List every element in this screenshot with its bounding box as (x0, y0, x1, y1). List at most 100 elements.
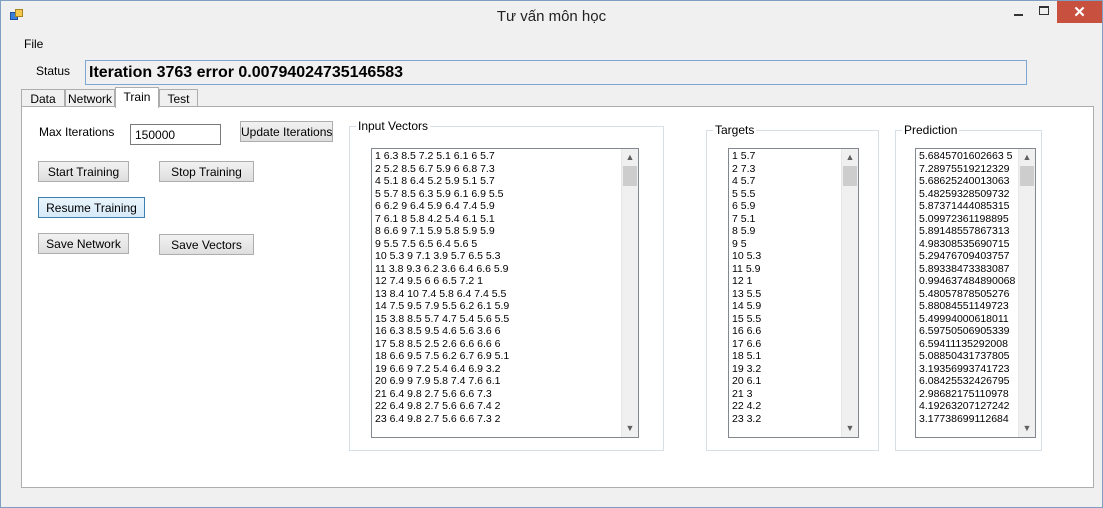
tab-train[interactable]: Train (115, 87, 159, 108)
list-item[interactable]: 5.48259328509732 (919, 188, 1017, 201)
list-item[interactable]: 6 6.2 9 6.4 5.9 6.4 7.4 5.9 (375, 200, 620, 213)
list-item[interactable]: 4 5.7 (732, 175, 840, 188)
list-item[interactable]: 3.17738699112684 (919, 413, 1017, 426)
list-item[interactable]: 5.09972361198895 (919, 213, 1017, 226)
list-item[interactable]: 6.59411135292008 (919, 338, 1017, 351)
update-iterations-button[interactable]: Update Iterations (240, 121, 333, 142)
stop-training-button[interactable]: Stop Training (159, 161, 254, 182)
list-item[interactable]: 15 3.8 8.5 5.7 4.7 5.4 5.6 5.5 (375, 313, 620, 326)
list-item[interactable]: 21 6.4 9.8 2.7 5.6 6.6 7.3 (375, 388, 620, 401)
scroll-down-icon[interactable]: ▼ (622, 420, 638, 437)
list-item[interactable]: 1 5.7 (732, 150, 840, 163)
status-box: Iteration 3763 error 0.00794024735146583 (85, 60, 1027, 85)
list-item[interactable]: 10 5.3 9 7.1 3.9 5.7 6.5 5.3 (375, 250, 620, 263)
list-item[interactable]: 16 6.6 (732, 325, 840, 338)
scroll-thumb[interactable] (623, 166, 637, 186)
list-item[interactable]: 5.48057878505276 (919, 288, 1017, 301)
scroll-thumb[interactable] (843, 166, 857, 186)
resume-training-button[interactable]: Resume Training (38, 197, 145, 218)
list-item[interactable]: 5.6845701602663 5 (919, 150, 1017, 163)
list-item[interactable]: 12 1 (732, 275, 840, 288)
list-item[interactable]: 0.994637484890068 (919, 275, 1017, 288)
list-item[interactable]: 20 6.9 9 7.9 5.8 7.4 7.6 6.1 (375, 375, 620, 388)
scroll-thumb[interactable] (1020, 166, 1034, 186)
list-item[interactable]: 23 3.2 (732, 413, 840, 426)
scroll-up-icon[interactable]: ▲ (842, 149, 858, 166)
list-item[interactable]: 14 5.9 (732, 300, 840, 313)
list-item[interactable]: 8 5.9 (732, 225, 840, 238)
targets-items: 1 5.7 2 7.3 4 5.7 5 5.5 6 5.9 7 5.1 8 5.9 9 5 10… (732, 150, 840, 437)
list-item[interactable]: 7 5.1 (732, 213, 840, 226)
list-item[interactable]: 5.29476709403757 (919, 250, 1017, 263)
tab-data[interactable]: Data (21, 89, 65, 107)
list-item[interactable]: 7 6.1 8 5.8 4.2 5.4 6.1 5.1 (375, 213, 620, 226)
list-item[interactable]: 17 6.6 (732, 338, 840, 351)
tab-network[interactable]: Network (65, 89, 115, 107)
list-item[interactable]: 8 6.6 9 7.1 5.9 5.8 5.9 5.9 (375, 225, 620, 238)
list-item[interactable]: 5 5.7 8.5 6.3 5.9 6.1 6.9 5.5 (375, 188, 620, 201)
list-item[interactable]: 22 6.4 9.8 2.7 5.6 6.6 7.4 2 (375, 400, 620, 413)
input-vectors-scrollbar[interactable]: ▲ ▼ (621, 149, 638, 437)
list-item[interactable]: 3.19356993741723 (919, 363, 1017, 376)
list-item[interactable]: 4 5.1 8 6.4 5.2 5.9 5.1 5.7 (375, 175, 620, 188)
list-item[interactable]: 9 5.5 7.5 6.5 6.4 5.6 5 (375, 238, 620, 251)
targets-list[interactable]: 1 5.7 2 7.3 4 5.7 5 5.5 6 5.9 7 5.1 8 5.9 9 5 10… (728, 148, 859, 438)
save-vectors-button[interactable]: Save Vectors (159, 234, 254, 255)
list-item[interactable]: 23 6.4 9.8 2.7 5.6 6.6 7.3 2 (375, 413, 620, 426)
list-item[interactable]: 1 6.3 8.5 7.2 5.1 6.1 6 5.7 (375, 150, 620, 163)
list-item[interactable]: 20 6.1 (732, 375, 840, 388)
list-item[interactable]: 5.49994000618011 (919, 313, 1017, 326)
list-item[interactable]: 6.59750506905339 (919, 325, 1017, 338)
list-item[interactable]: 16 6.3 8.5 9.5 4.6 5.6 3.6 6 (375, 325, 620, 338)
list-item[interactable]: 2 5.2 8.5 6.7 5.9 6 6.8 7.3 (375, 163, 620, 176)
list-item[interactable]: 2.98682175110978 (919, 388, 1017, 401)
list-item[interactable]: 5.08850431737805 (919, 350, 1017, 363)
scroll-down-icon[interactable]: ▼ (1019, 420, 1035, 437)
list-item[interactable]: 9 5 (732, 238, 840, 251)
list-item[interactable]: 6 5.9 (732, 200, 840, 213)
list-item[interactable]: 4.19263207127242 (919, 400, 1017, 413)
minimize-icon (1014, 14, 1023, 16)
list-item[interactable]: 2 7.3 (732, 163, 840, 176)
list-item[interactable]: 13 8.4 10 7.4 5.8 6.4 7.4 5.5 (375, 288, 620, 301)
list-item[interactable]: 18 6.6 9.5 7.5 6.2 6.7 6.9 5.1 (375, 350, 620, 363)
save-network-button[interactable]: Save Network (38, 233, 129, 254)
list-item[interactable]: 13 5.5 (732, 288, 840, 301)
menu-file[interactable]: File (24, 37, 43, 51)
scroll-down-icon[interactable]: ▼ (842, 420, 858, 437)
scroll-up-icon[interactable]: ▲ (622, 149, 638, 166)
list-item[interactable]: 11 5.9 (732, 263, 840, 276)
list-item[interactable]: 19 6.6 9 7.2 5.4 6.4 6.9 3.2 (375, 363, 620, 376)
list-item[interactable]: 11 3.8 9.3 6.2 3.6 6.4 6.6 5.9 (375, 263, 620, 276)
maximize-button[interactable] (1031, 1, 1057, 23)
list-item[interactable]: 5 5.5 (732, 188, 840, 201)
scroll-up-icon[interactable]: ▲ (1019, 149, 1035, 166)
list-item[interactable]: 7.28975519212329 (919, 163, 1017, 176)
list-item[interactable]: 4.98308535690715 (919, 238, 1017, 251)
targets-title: Targets (713, 123, 757, 137)
list-item[interactable]: 22 4.2 (732, 400, 840, 413)
list-item[interactable]: 5.89338473383087 (919, 263, 1017, 276)
list-item[interactable]: 18 5.1 (732, 350, 840, 363)
targets-scrollbar[interactable]: ▲ ▼ (841, 149, 858, 437)
max-iterations-input[interactable]: 150000 (130, 124, 221, 145)
start-training-button[interactable]: Start Training (38, 161, 129, 182)
list-item[interactable]: 17 5.8 8.5 2.5 2.6 6.6 6.6 6 (375, 338, 620, 351)
list-item[interactable]: 5.88084551149723 (919, 300, 1017, 313)
list-item[interactable]: 12 7.4 9.5 6 6 6.5 7.2 1 (375, 275, 620, 288)
list-item[interactable]: 14 7.5 9.5 7.9 5.5 6.2 6.1 5.9 (375, 300, 620, 313)
prediction-list[interactable]: 5.6845701602663 5 7.28975519212329 5.68625… (915, 148, 1036, 438)
minimize-button[interactable] (1005, 1, 1031, 23)
list-item[interactable]: 5.68625240013063 (919, 175, 1017, 188)
tab-test[interactable]: Test (159, 89, 198, 107)
list-item[interactable]: 5.89148557867313 (919, 225, 1017, 238)
list-item[interactable]: 5.87371444085315 (919, 200, 1017, 213)
prediction-scrollbar[interactable]: ▲ ▼ (1018, 149, 1035, 437)
list-item[interactable]: 19 3.2 (732, 363, 840, 376)
input-vectors-list[interactable]: 1 6.3 8.5 7.2 5.1 6.1 6 5.7 2 5.2 8.5 6.7… (371, 148, 639, 438)
list-item[interactable]: 15 5.5 (732, 313, 840, 326)
close-button[interactable]: ✕ (1057, 1, 1102, 23)
list-item[interactable]: 10 5.3 (732, 250, 840, 263)
list-item[interactable]: 6.08425532426795 (919, 375, 1017, 388)
list-item[interactable]: 21 3 (732, 388, 840, 401)
